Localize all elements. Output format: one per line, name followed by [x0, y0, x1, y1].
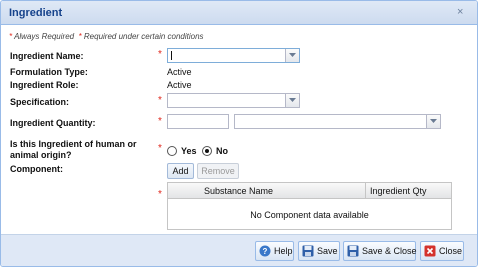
ingredient-quantity-input[interactable]	[167, 114, 229, 129]
conditional-required-text: Required under certain conditions	[83, 32, 204, 41]
floppy-disk-icon	[347, 245, 359, 257]
component-grid-header: Substance Name Ingredient Qty	[168, 183, 451, 199]
always-required-star: *	[9, 32, 13, 41]
dialog-titlebar[interactable]: Ingredient ×	[1, 1, 477, 25]
origin-question-label-line1: Is this Ingredient of human or	[10, 139, 137, 149]
chevron-down-icon	[289, 53, 296, 57]
dialog-title: Ingredient	[9, 7, 63, 19]
ingredient-role-label: Ingredient Role:	[10, 80, 79, 90]
specification-dropdown-trigger[interactable]	[285, 94, 299, 107]
close-label: Close	[439, 246, 463, 256]
conditional-required-star: *	[78, 32, 82, 41]
formulation-type-label: Formulation Type:	[10, 67, 88, 77]
ingredient-name-dropdown-trigger[interactable]	[285, 49, 299, 62]
svg-text:?: ?	[263, 247, 268, 256]
save-and-close-button[interactable]: Save & Close	[343, 241, 417, 261]
column-divider	[365, 183, 366, 199]
close-button[interactable]: Close	[420, 241, 464, 261]
save-and-close-label: Save & Close	[362, 246, 417, 256]
component-grid: Substance Name Ingredient Qty No Compone…	[167, 182, 452, 230]
ingredient-quantity-required-star: *	[158, 116, 162, 127]
origin-yes-label[interactable]: Yes	[181, 146, 197, 156]
floppy-disk-icon	[302, 245, 314, 257]
formulation-type-value: Active	[167, 67, 192, 77]
add-component-button[interactable]: Add	[167, 163, 194, 179]
component-required-star: *	[158, 189, 162, 200]
ingredient-quantity-unit-combo[interactable]	[234, 114, 441, 129]
origin-no-label[interactable]: No	[216, 146, 228, 156]
specification-label: Specification:	[10, 97, 70, 107]
help-button[interactable]: ? Help	[255, 241, 294, 261]
origin-question-label-line2: animal origin?	[10, 150, 72, 160]
unit-dropdown-trigger[interactable]	[426, 115, 440, 128]
specification-required-star: *	[158, 95, 162, 106]
column-header-ingredient-qty[interactable]: Ingredient Qty	[370, 186, 427, 196]
save-label: Save	[317, 246, 338, 256]
grid-empty-message: No Component data available	[250, 210, 369, 220]
required-legend: * Always Required * Required under certa…	[9, 32, 204, 41]
ingredient-dialog: Ingredient × * Always Required * Require…	[0, 0, 478, 267]
ingredient-name-label: Ingredient Name:	[10, 51, 84, 61]
origin-no-radio[interactable]	[202, 146, 212, 156]
ingredient-role-value: Active	[167, 80, 192, 90]
ingredient-name-combo[interactable]	[167, 48, 300, 63]
specification-combo[interactable]	[167, 93, 300, 108]
text-caret	[171, 51, 172, 60]
ingredient-quantity-label: Ingredient Quantity:	[10, 118, 96, 128]
ingredient-name-required-star: *	[158, 49, 162, 60]
origin-required-star: *	[158, 143, 162, 154]
column-header-substance-name[interactable]: Substance Name	[204, 186, 273, 196]
close-icon[interactable]: ×	[457, 6, 463, 18]
chevron-down-icon	[289, 98, 296, 102]
chevron-down-icon	[430, 119, 437, 123]
save-button[interactable]: Save	[298, 241, 340, 261]
origin-yes-radio[interactable]	[167, 146, 177, 156]
help-label: Help	[274, 246, 293, 256]
dialog-footer: ? Help Save Save & Close Close	[1, 234, 477, 266]
cancel-icon	[424, 245, 436, 257]
help-icon: ?	[259, 245, 271, 257]
component-label: Component:	[10, 164, 63, 174]
remove-component-button[interactable]: Remove	[197, 163, 239, 179]
always-required-text: Always Required	[14, 32, 75, 41]
